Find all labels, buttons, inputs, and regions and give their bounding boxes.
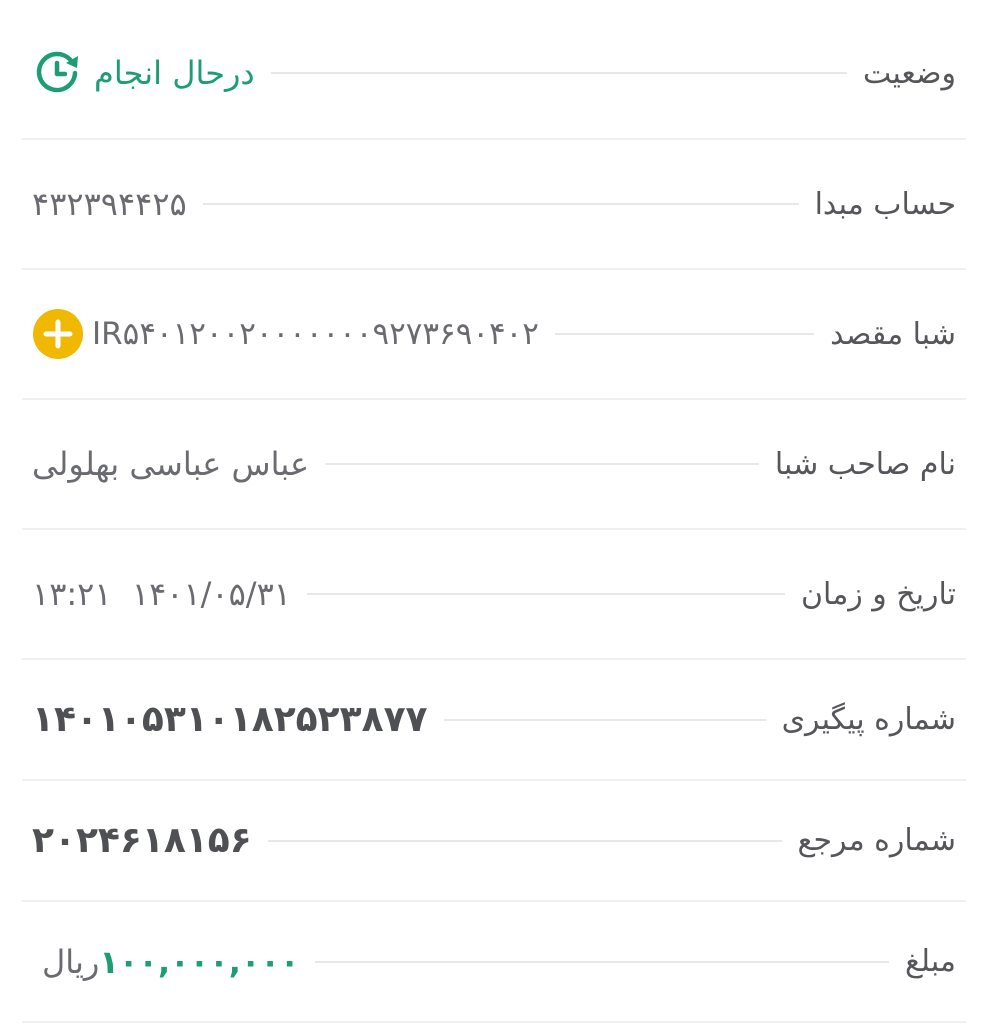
divider-dash xyxy=(554,333,815,335)
source-account-label: حساب مبدا xyxy=(814,186,956,222)
add-circle-icon[interactable] xyxy=(32,308,84,360)
divider-dash xyxy=(270,72,848,74)
datetime-value: ۱۴۰۱/۰۵/۳۱ ۱۳:۲۱ xyxy=(32,575,291,613)
source-account-value: ۴۳۲۳۹۴۴۲۵ xyxy=(32,185,187,223)
tracking-value: ۱۴۰۱۰۵۳۱۰۱۸۲۵۲۳۸۷۷ xyxy=(32,699,428,740)
dest-sheba-label: شبا مقصد xyxy=(830,316,956,352)
divider-dash xyxy=(443,718,766,721)
transaction-details: وضعیت درحال انجام حساب مبدا ۴۳۲۳۹۴۴۲۵ شب… xyxy=(22,8,966,1023)
divider-dash xyxy=(306,593,786,595)
divider-dash xyxy=(202,203,799,205)
row-tracking: شماره پیگیری ۱۴۰۱۰۵۳۱۰۱۸۲۵۲۳۸۷۷ xyxy=(22,660,966,781)
divider-dash xyxy=(267,839,782,842)
dest-sheba-value: IR۵۴۰۱۲۰۰۲۰۰۰۰۰۰۰۹۲۷۳۶۹۰۴۰۲ xyxy=(32,308,539,360)
row-datetime: تاریخ و زمان ۱۴۰۱/۰۵/۳۱ ۱۳:۲۱ xyxy=(22,530,966,660)
divider-dash xyxy=(325,463,759,465)
amount-number: ۱۰۰,۰۰۰,۰۰۰ xyxy=(99,942,300,981)
reference-value: ۲۰۲۴۶۱۸۱۵۶ xyxy=(32,820,252,861)
amount-label: مبلغ xyxy=(904,944,956,979)
dest-sheba-text: IR۵۴۰۱۲۰۰۲۰۰۰۰۰۰۰۹۲۷۳۶۹۰۴۰۲ xyxy=(92,316,539,352)
sheba-owner-value: عباس عباسی بهلولی xyxy=(32,445,310,483)
amount-value: ۱۰۰,۰۰۰,۰۰۰ ریال xyxy=(32,943,299,981)
row-dest-sheba: شبا مقصد IR۵۴۰۱۲۰۰۲۰۰۰۰۰۰۰۹۲۷۳۶۹۰۴۰۲ xyxy=(22,270,966,400)
status-label: وضعیت xyxy=(863,55,956,91)
clock-refresh-icon xyxy=(32,48,82,98)
status-value: درحال انجام xyxy=(32,48,255,98)
tracking-label: شماره پیگیری xyxy=(781,702,956,737)
row-status: وضعیت درحال انجام xyxy=(22,8,966,140)
row-amount: مبلغ ۱۰۰,۰۰۰,۰۰۰ ریال xyxy=(22,902,966,1023)
sheba-owner-label: نام صاحب شبا xyxy=(774,446,956,482)
divider-dash xyxy=(315,960,889,963)
row-source-account: حساب مبدا ۴۳۲۳۹۴۴۲۵ xyxy=(22,140,966,270)
datetime-label: تاریخ و زمان xyxy=(801,576,956,612)
amount-currency: ریال xyxy=(42,942,100,981)
row-reference: شماره مرجع ۲۰۲۴۶۱۸۱۵۶ xyxy=(22,781,966,902)
status-text: درحال انجام xyxy=(94,54,255,92)
row-sheba-owner: نام صاحب شبا عباس عباسی بهلولی xyxy=(22,400,966,530)
reference-label: شماره مرجع xyxy=(797,823,957,858)
